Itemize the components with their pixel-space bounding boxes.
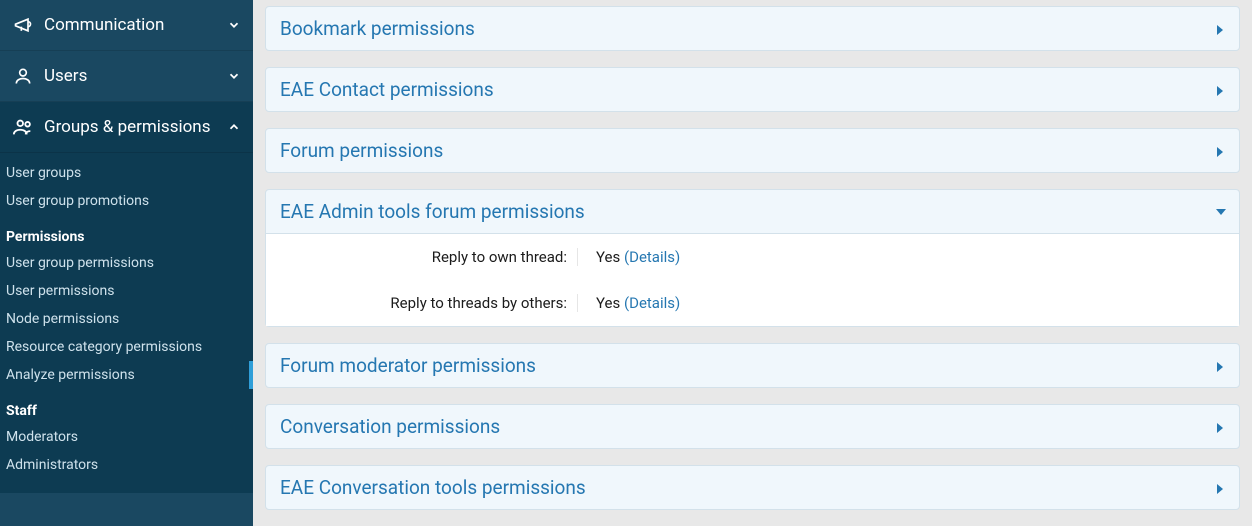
panel-header[interactable]: Forum permissions <box>266 129 1239 172</box>
panel-forum-moderator-permissions: Forum moderator permissions <box>265 343 1240 388</box>
caret-right-icon <box>1215 422 1225 432</box>
sidebar-heading-staff: Staff <box>0 389 253 423</box>
panel-header[interactable]: EAE Conversation tools permissions <box>266 466 1239 509</box>
permission-row: Reply to own thread: Yes (Details) <box>266 234 1239 280</box>
megaphone-icon <box>12 14 34 36</box>
panel-title: Conversation permissions <box>280 415 1215 438</box>
caret-right-icon <box>1215 146 1225 156</box>
sidebar-sub-resource-category-permissions[interactable]: Resource category permissions <box>0 333 253 361</box>
sidebar-item-users[interactable]: Users <box>0 51 253 102</box>
permission-value-text: Yes <box>596 248 620 266</box>
permission-value: Yes (Details) <box>578 294 680 312</box>
panel-forum-permissions: Forum permissions <box>265 128 1240 173</box>
sidebar-sub-groups: User groups User group promotions Permis… <box>0 153 253 493</box>
sidebar-heading-permissions: Permissions <box>0 215 253 249</box>
sidebar-item-label: Communication <box>44 15 227 35</box>
sidebar-item-communication[interactable]: Communication <box>0 0 253 51</box>
permission-label: Reply to own thread: <box>266 248 578 266</box>
panel-eae-conversation-tools-permissions: EAE Conversation tools permissions <box>265 465 1240 510</box>
panel-header[interactable]: Bookmark permissions <box>266 7 1239 50</box>
permission-value-text: Yes <box>596 294 620 312</box>
panel-header[interactable]: Conversation permissions <box>266 405 1239 448</box>
caret-right-icon <box>1215 85 1225 95</box>
panel-header[interactable]: EAE Admin tools forum permissions <box>266 190 1239 233</box>
permission-label: Reply to threads by others: <box>266 294 578 312</box>
permission-value: Yes (Details) <box>578 248 680 266</box>
panel-header[interactable]: Forum moderator permissions <box>266 344 1239 387</box>
panel-header[interactable]: EAE Contact permissions <box>266 68 1239 111</box>
sidebar-sub-node-permissions[interactable]: Node permissions <box>0 305 253 333</box>
sidebar: Communication Users Groups & permissions… <box>0 0 253 526</box>
chevron-down-icon <box>227 69 241 83</box>
sidebar-sub-user-group-permissions[interactable]: User group permissions <box>0 249 253 277</box>
sidebar-sub-user-groups[interactable]: User groups <box>0 159 253 187</box>
panel-title: Forum moderator permissions <box>280 354 1215 377</box>
panel-body: Reply to own thread: Yes (Details) Reply… <box>266 233 1239 326</box>
panel-eae-admin-tools-forum-permissions: EAE Admin tools forum permissions Reply … <box>265 189 1240 327</box>
sidebar-sub-administrators[interactable]: Administrators <box>0 451 253 479</box>
sidebar-item-groups[interactable]: Groups & permissions <box>0 102 253 153</box>
permission-row: Reply to threads by others: Yes (Details… <box>266 280 1239 326</box>
chevron-up-icon <box>227 120 241 134</box>
panel-conversation-permissions: Conversation permissions <box>265 404 1240 449</box>
panel-bookmark-permissions: Bookmark permissions <box>265 6 1240 51</box>
panel-title: Bookmark permissions <box>280 17 1215 40</box>
panel-title: EAE Admin tools forum permissions <box>280 200 1215 223</box>
user-icon <box>12 65 34 87</box>
panel-title: EAE Contact permissions <box>280 78 1215 101</box>
main-content: Bookmark permissions EAE Contact permiss… <box>253 0 1252 526</box>
caret-right-icon <box>1215 24 1225 34</box>
sidebar-item-label: Users <box>44 66 227 86</box>
caret-right-icon <box>1215 361 1225 371</box>
panel-title: Forum permissions <box>280 139 1215 162</box>
details-link[interactable]: (Details) <box>624 248 680 266</box>
users-group-icon <box>12 116 34 138</box>
details-link[interactable]: (Details) <box>624 294 680 312</box>
caret-down-icon <box>1215 207 1225 217</box>
sidebar-sub-user-group-promotions[interactable]: User group promotions <box>0 187 253 215</box>
sidebar-item-label: Groups & permissions <box>44 117 227 137</box>
sidebar-sub-analyze-permissions[interactable]: Analyze permissions <box>0 361 253 389</box>
panel-eae-contact-permissions: EAE Contact permissions <box>265 67 1240 112</box>
sidebar-sub-moderators[interactable]: Moderators <box>0 423 253 451</box>
sidebar-sub-user-permissions[interactable]: User permissions <box>0 277 253 305</box>
chevron-down-icon <box>227 18 241 32</box>
caret-right-icon <box>1215 483 1225 493</box>
panel-title: EAE Conversation tools permissions <box>280 476 1215 499</box>
